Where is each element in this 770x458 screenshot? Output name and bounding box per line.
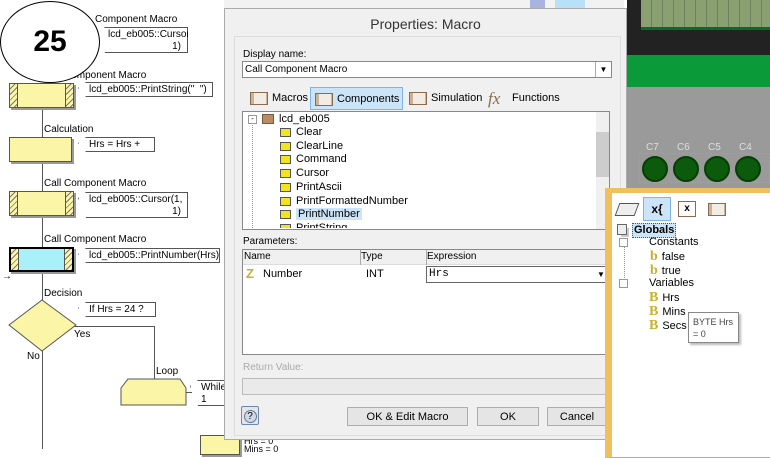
column-header-name[interactable]: Name (244, 251, 271, 262)
call-component-macro-block[interactable] (9, 83, 74, 108)
boolean-icon: b (650, 263, 658, 278)
led[interactable] (642, 156, 668, 182)
tree-item[interactable]: B Mins (649, 305, 686, 319)
parameters-table (242, 249, 610, 355)
folder-icon (262, 114, 274, 124)
collapse-icon[interactable] (619, 279, 628, 288)
macro-item-icon (280, 169, 291, 179)
macro-item-icon (280, 141, 291, 151)
variables-icon[interactable]: x{ (643, 197, 671, 221)
return-value-label: Return Value: (243, 362, 304, 373)
component-icon (315, 93, 333, 106)
calculation-block[interactable] (9, 137, 72, 162)
globals-icon (617, 224, 627, 235)
display-name-value: Call Component Macro (245, 64, 348, 75)
tree-item[interactable]: B Hrs (649, 291, 679, 305)
block-label: Loop (156, 366, 179, 377)
arrow-icon: → (2, 271, 12, 282)
block-label: Component Macro (95, 14, 178, 25)
collapse-icon[interactable] (619, 238, 628, 247)
byte-icon: B (649, 304, 659, 319)
column-header-expression[interactable]: Expression (427, 251, 476, 262)
step-number-badge: 25 (0, 1, 100, 83)
tree-item[interactable]: PrintAscii (280, 181, 342, 194)
tree-item[interactable]: Command (280, 153, 347, 166)
return-value-input (242, 378, 606, 395)
tab-macros[interactable]: Macros (246, 87, 308, 110)
tree-root[interactable]: lcd_eb005 (279, 113, 330, 126)
tree-item[interactable]: b true (650, 264, 681, 278)
led-label: C7 (646, 142, 659, 153)
tab-functions[interactable]: fx Functions (486, 87, 560, 110)
cancel-button[interactable]: Cancel (547, 407, 607, 426)
byte-icon: B (649, 318, 659, 333)
components-icon[interactable] (708, 203, 726, 216)
ok-button[interactable]: OK (477, 407, 539, 426)
boolean-icon: b (650, 249, 658, 264)
tab-simulation[interactable]: Simulation (405, 87, 482, 110)
macro-definitions-icon[interactable]: x (678, 201, 696, 217)
tree-item[interactable]: ClearLine (280, 140, 343, 153)
led[interactable] (735, 156, 761, 182)
block-comment: Hrs = Hrs + 1 (78, 137, 155, 152)
call-component-macro-block[interactable] (9, 191, 74, 216)
macro-item-icon (280, 196, 291, 206)
dialog-title: Properties: Macro (370, 16, 481, 32)
macro-item-icon (280, 128, 291, 137)
tab-components[interactable]: Components (310, 87, 403, 110)
selected-macro-block[interactable] (9, 247, 74, 272)
macro-item-icon (280, 182, 291, 192)
parameters-label: Parameters: (243, 236, 298, 247)
no-label: No (27, 351, 40, 362)
loop-block[interactable] (120, 378, 190, 408)
tree-item[interactable]: b false (650, 250, 685, 264)
tree-constants[interactable]: Constants (649, 236, 699, 249)
decision-block[interactable] (8, 299, 78, 353)
param-name: Number (263, 268, 303, 280)
macro-item-icon (280, 210, 291, 220)
display-name-input[interactable]: Call Component Macro ▼ (242, 61, 612, 78)
ok-edit-macro-button[interactable]: OK & Edit Macro (347, 407, 468, 426)
led[interactable] (673, 156, 699, 182)
tree-item[interactable]: B Secs (649, 319, 687, 333)
led-label: C6 (677, 142, 690, 153)
block-label: Decision (44, 288, 83, 299)
block-label: Call Component Macro (44, 234, 147, 245)
block-label: Calculation (44, 124, 94, 135)
background-swatch (555, 0, 585, 8)
tree-item[interactable]: PrintFormattedNumber (280, 195, 408, 208)
led-label: C5 (708, 142, 721, 153)
block-comment: If Hrs = 24 ? (78, 302, 156, 317)
macro-icon (250, 92, 268, 105)
led-label: C4 (739, 142, 752, 153)
column-header-type[interactable]: Type (361, 251, 383, 262)
macro-item-icon (280, 223, 291, 228)
led[interactable] (704, 156, 730, 182)
block-comment: lcd_eb005::Cursor(6, 1) (97, 27, 188, 53)
block-comment: lcd_eb005::PrintString(" ") (78, 82, 213, 97)
tree-item[interactable]: Cursor (280, 167, 329, 180)
variable-tooltip: BYTE Hrs = 0 (688, 312, 739, 343)
tree-item[interactable]: PrintString (280, 222, 347, 228)
dropdown-arrow-icon[interactable]: ▼ (595, 62, 611, 77)
lcd-display (641, 0, 770, 30)
functions-icon: fx (488, 89, 501, 108)
tree-item[interactable]: Clear (280, 126, 322, 139)
byte-icon: B (649, 290, 659, 305)
help-button[interactable]: ? (241, 406, 259, 425)
expression-input[interactable]: Hrs ▼ (426, 266, 610, 283)
tree-variables[interactable]: Variables (649, 277, 694, 290)
collapse-icon[interactable]: - (248, 115, 257, 124)
simulation-icon (409, 92, 427, 105)
background-swatch (530, 0, 545, 8)
block-comment: lcd_eb005::Cursor(1, 1) (78, 192, 188, 218)
yes-label: Yes (74, 329, 91, 340)
macro-item-icon (280, 155, 291, 165)
display-name-label: Display name: (243, 49, 307, 60)
tree-item[interactable]: PrintNumber (280, 208, 362, 221)
block-label: Call Component Macro (44, 178, 147, 189)
parameter-icon: Z (246, 266, 254, 281)
param-type: INT (366, 268, 384, 280)
block-comment: lcd_eb005::PrintNumber(Hrs) (78, 248, 220, 263)
